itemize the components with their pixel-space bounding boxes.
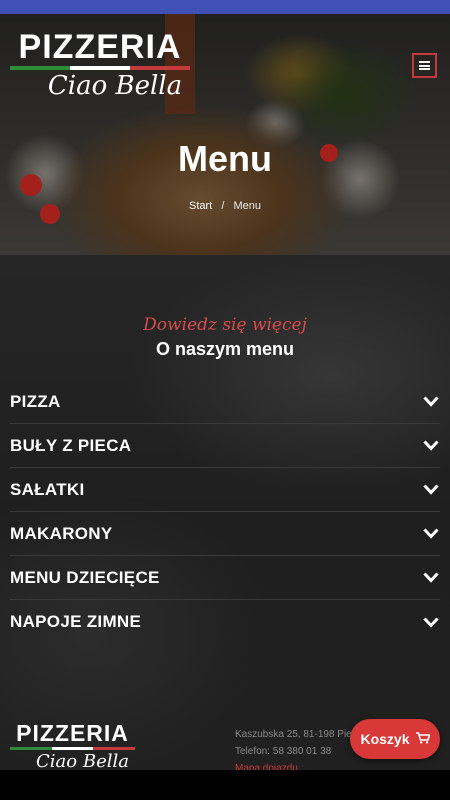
accordion-item-menu-dzieciece[interactable]: MENU DZIECIĘCE (10, 556, 440, 600)
accordion-item-salatki[interactable]: SAŁATKI (10, 468, 440, 512)
chevron-down-icon (422, 569, 440, 587)
accordion-item-pizza[interactable]: PIZZA (10, 380, 440, 424)
menu-section: Dowiedz się więcej O naszym menu PIZZA B… (0, 255, 450, 770)
accordion-item-label: MENU DZIECIĘCE (10, 567, 160, 587)
breadcrumb-separator: / (221, 200, 225, 212)
footer-phone: Telefon: 58 380 01 38 (235, 746, 332, 757)
accordion-item-label: SAŁATKI (10, 479, 85, 499)
page-title: Menu (178, 138, 272, 179)
site-logo[interactable]: PIZZERIA Ciao Bella (10, 30, 190, 100)
accordion-item-makarony[interactable]: MAKARONY (10, 512, 440, 556)
status-bar (0, 0, 450, 14)
section-title: O naszym menu (155, 339, 295, 359)
accordion-item-label: PIZZA (10, 391, 61, 411)
logo-wordmark: PIZZERIA (16, 720, 129, 746)
cart-button-label: Koszyk (360, 731, 410, 747)
footer-address: Kaszubska 25, 81-198 Pie (235, 729, 352, 740)
menu-toggle-button[interactable] (412, 53, 437, 78)
chevron-down-icon (422, 437, 440, 455)
section-subtitle: Dowiedz się więcej (143, 315, 307, 335)
hamburger-icon (419, 61, 430, 70)
logo-flag-stripes (10, 747, 136, 750)
chevron-down-icon (422, 613, 440, 631)
cart-button[interactable]: Koszyk (350, 719, 440, 759)
breadcrumb-current: Menu (233, 200, 261, 212)
accordion-item-label: BUŁY Z PIECA (10, 435, 132, 455)
logo-flag-stripes (10, 66, 190, 70)
breadcrumb-home-link[interactable]: Start (189, 200, 212, 212)
chevron-down-icon (422, 525, 440, 543)
accordion-item-buly-z-pieca[interactable]: BUŁY Z PIECA (10, 424, 440, 468)
accordion-item-label: NAPOJE ZIMNE (10, 612, 142, 631)
logo-wordmark: PIZZERIA (18, 28, 182, 66)
cart-icon (415, 731, 431, 747)
logo-tagline: Ciao Bella (36, 751, 129, 772)
chevron-down-icon (422, 481, 440, 499)
footer-logo[interactable]: PIZZERIA Ciao Bella (10, 720, 136, 772)
system-navigation-bar (0, 770, 450, 800)
logo-tagline: Ciao Bella (47, 71, 183, 101)
chevron-down-icon (422, 393, 440, 411)
accordion-item-napoje-zimne[interactable]: NAPOJE ZIMNE (10, 600, 440, 644)
accordion-item-label: MAKARONY (10, 523, 113, 543)
menu-accordion: PIZZA BUŁY Z PIECA SAŁATKI MAKARONY MENU… (10, 380, 440, 644)
breadcrumb: Start / Menu (0, 200, 450, 212)
